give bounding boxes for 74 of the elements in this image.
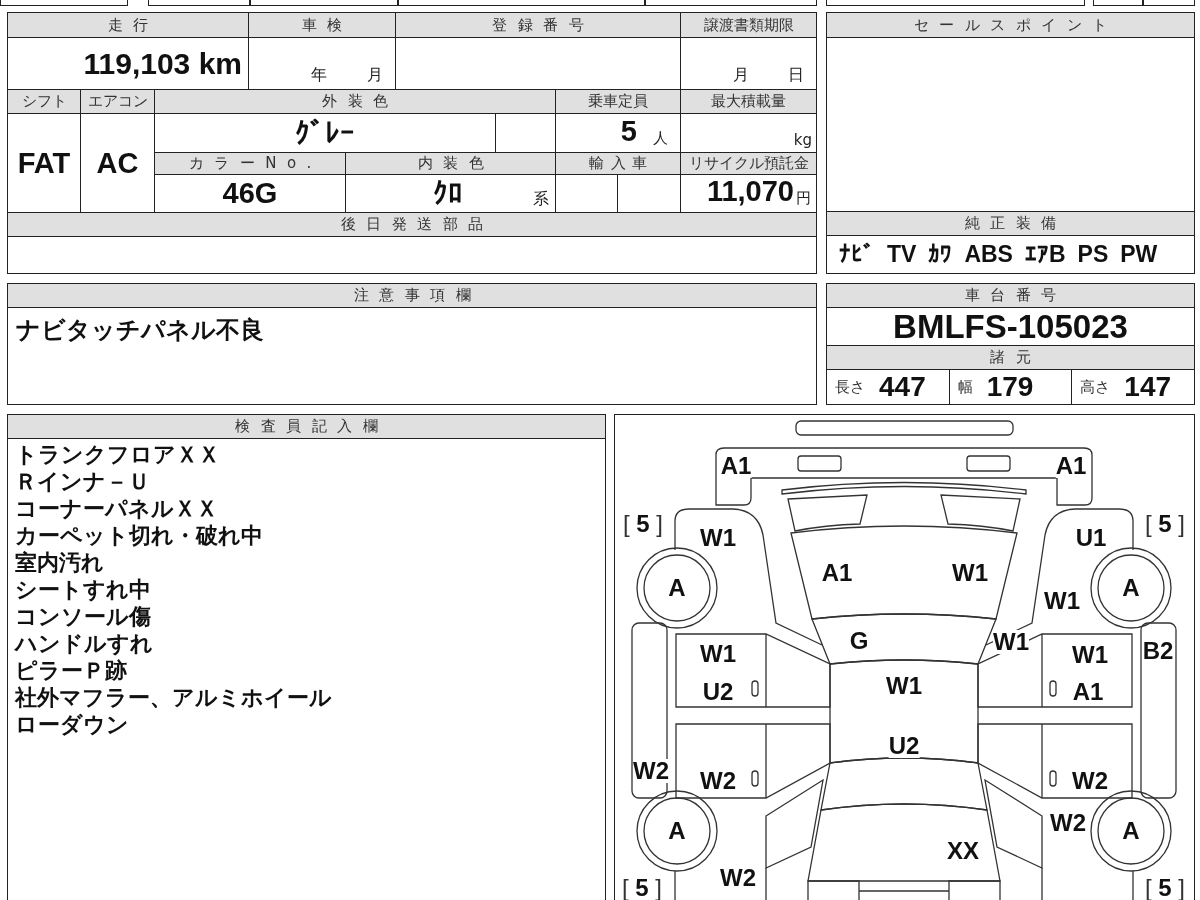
door-handle: [751, 770, 759, 787]
unit-label: 系: [533, 191, 549, 207]
damage-code: A1: [1055, 454, 1087, 478]
field-label: 内装色: [346, 153, 556, 175]
section-header: 車台番号: [827, 284, 1194, 308]
section-header: 純正装備: [827, 212, 1194, 236]
section-header: セールスポイント: [827, 13, 1194, 38]
tread-depth-label: [ 5 ]: [1145, 512, 1185, 536]
spec-label: 高さ: [1080, 377, 1111, 397]
field-label: 乗車定員: [556, 90, 681, 114]
equipment-item: ﾅﾋﾞ: [839, 243, 875, 266]
fog-light: [797, 455, 842, 472]
spec-value: 447: [879, 373, 926, 401]
tread-depth-label: [ 5 ]: [623, 512, 663, 536]
inspection-note: コーナーパネルＸＸ: [15, 495, 219, 522]
field-label: シフト: [8, 90, 81, 114]
equipment-item: PW: [1120, 243, 1158, 266]
field-label: 走行: [8, 13, 249, 38]
spec-value: 147: [1124, 373, 1172, 401]
unit-label: 月: [733, 67, 749, 83]
color-number-value: 46G: [222, 179, 278, 208]
damage-code: A1: [720, 454, 752, 478]
inspection-note: ハンドルすれ: [15, 630, 154, 657]
field-label: 譲渡書類期限: [681, 13, 817, 38]
unit-label: 月: [367, 67, 383, 83]
door-handle: [1049, 680, 1057, 697]
inspection-note: トランクフロアＸＸ: [15, 441, 221, 468]
equipment-item: PS: [1077, 243, 1109, 266]
mileage-value: 119,103 km: [83, 48, 242, 79]
field-label: 最大積載量: [681, 90, 817, 114]
section-header: 注意事項欄: [8, 284, 816, 308]
equipment-item: ABS: [964, 243, 1013, 266]
section-header: 諸元: [827, 346, 1194, 370]
field-label: カラーNo.: [155, 153, 346, 175]
field-label: エアコン: [81, 90, 155, 114]
unit-label: 年: [311, 67, 327, 83]
inspection-note: 室内汚れ: [15, 549, 105, 576]
shift-value: FAT: [17, 148, 71, 178]
inspection-note: ピラーＰ跡: [15, 657, 128, 684]
aircon-value: AC: [96, 148, 139, 178]
damage-code: W2: [633, 759, 669, 783]
unit-label: 円: [796, 191, 811, 206]
interior-color-value: ｸﾛ: [432, 179, 463, 208]
equipment-item: ｶﾜ: [928, 243, 953, 266]
fog-light: [966, 455, 1011, 472]
unit-label: 人: [653, 131, 668, 146]
door-handle: [751, 680, 759, 697]
spec-label: 幅: [957, 377, 973, 397]
unit-label: 日: [788, 67, 804, 83]
spec-label: 長さ: [835, 377, 865, 397]
field-label: リサイクル預託金: [681, 153, 817, 175]
door-handle: [1049, 770, 1057, 787]
exterior-color-value: ｸﾞﾚｰ: [295, 118, 355, 148]
capacity-value: 5: [620, 117, 637, 146]
inspection-note: カーペット切れ・破れ中: [15, 522, 264, 549]
spec-value: 179: [986, 373, 1034, 401]
section-header: 検査員記入欄: [8, 415, 605, 439]
damage-code: W1: [993, 630, 1029, 654]
field-label: 登録番号: [396, 13, 681, 38]
field-label: 後日発送部品: [8, 213, 817, 237]
field-label: 輸入車: [556, 153, 681, 175]
inspection-note: シートすれ中: [15, 576, 152, 603]
field-label: 車検: [249, 13, 396, 38]
note-text: ナビタッチパネル不良: [16, 316, 264, 344]
inspection-note: 社外マフラー、アルミホイール: [15, 684, 333, 711]
unit-label: kg: [793, 133, 812, 148]
inspection-note: Ｒインナ－Ｕ: [15, 468, 151, 495]
inspection-note: ローダウン: [15, 711, 130, 738]
equipment-item: ｴｱB: [1024, 243, 1066, 266]
recycle-fee-value: 11,070: [706, 177, 794, 206]
inspection-note: コンソール傷: [15, 603, 152, 630]
damage-code: U2: [888, 734, 920, 758]
equipment-item: TV: [887, 243, 917, 266]
field-label: 外装色: [155, 90, 556, 114]
